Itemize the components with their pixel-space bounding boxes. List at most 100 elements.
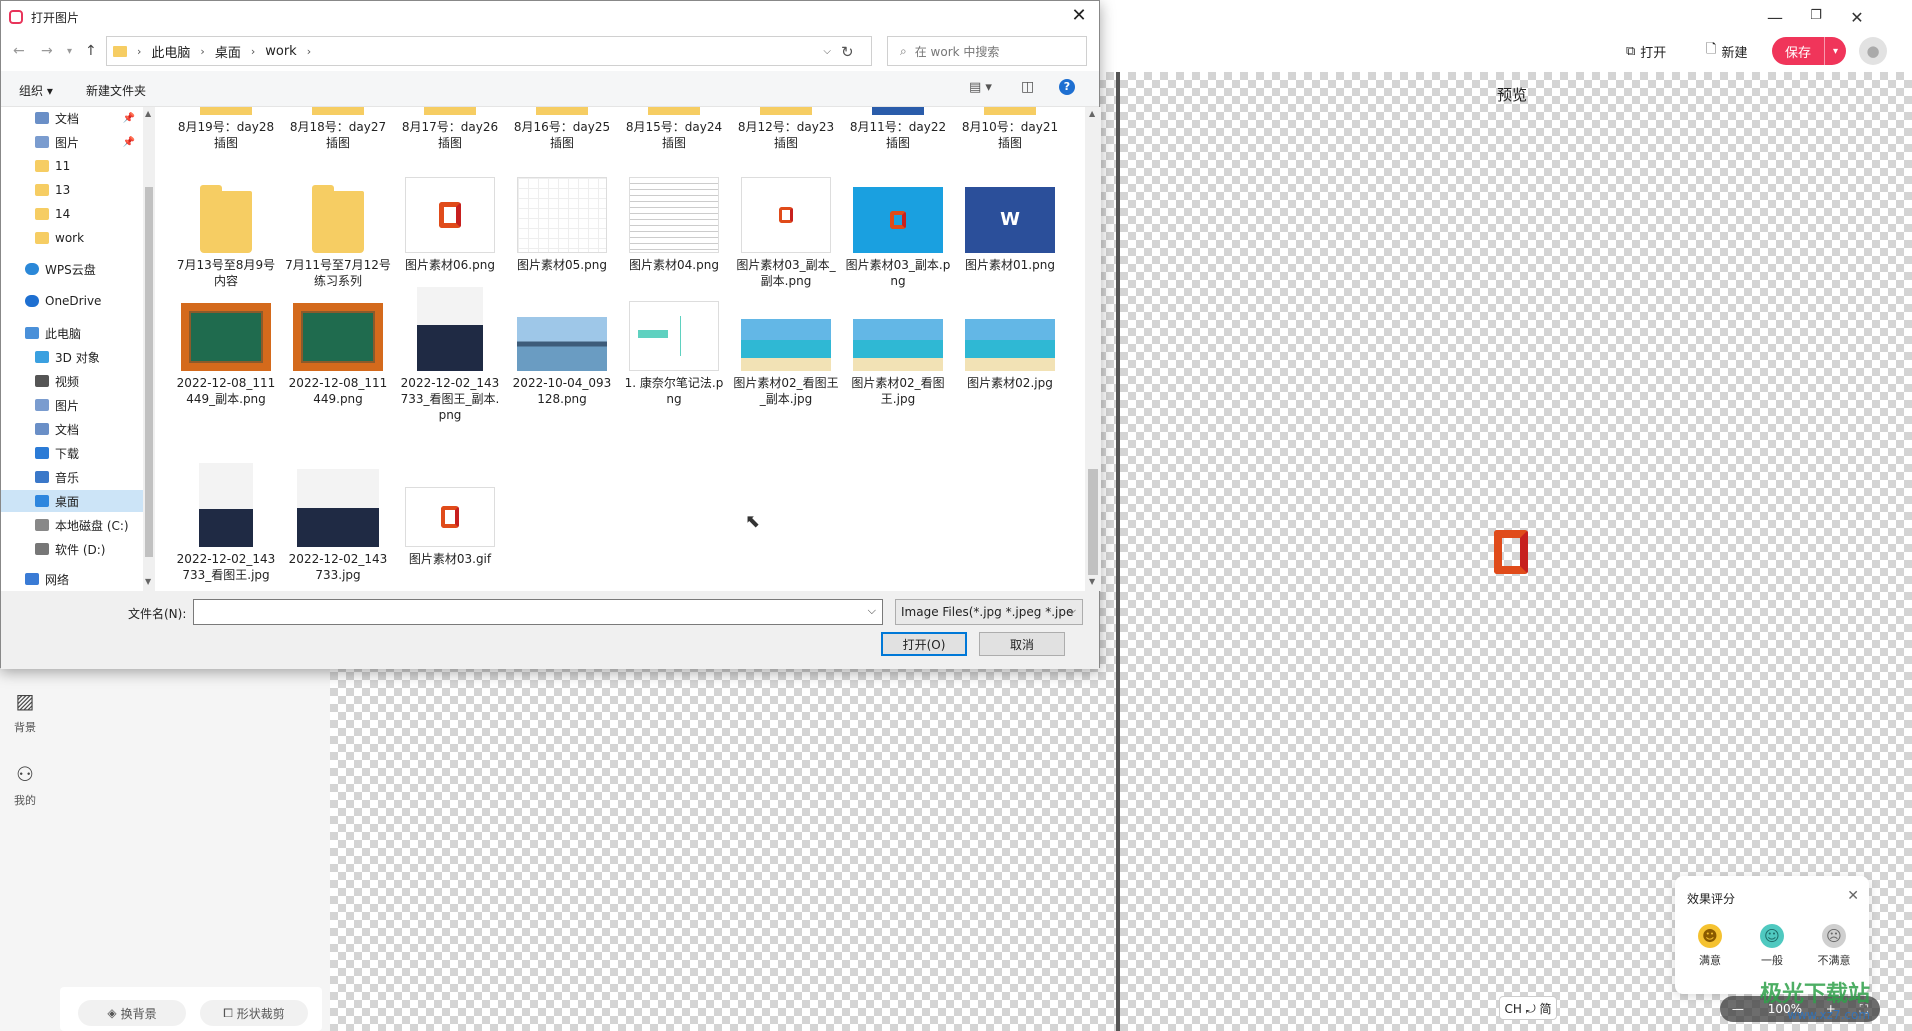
new-folder-button[interactable]: 新建文件夹 [86,82,146,99]
tree-item-desktop[interactable]: 桌面 [1,490,143,512]
pin-icon[interactable]: 📌 [123,113,135,124]
file-item[interactable]: 2022-12-02_143733_看图王.jpg [173,463,279,583]
document-icon [35,112,49,124]
tree-scrollbar[interactable]: ▲ ▼ [143,107,155,591]
tree-item-this-pc[interactable]: 此电脑 [1,322,143,344]
onedrive-icon [25,295,39,307]
filename-dropdown-icon[interactable]: ⌵ [868,604,876,618]
tree-item-documents[interactable]: 文档 📌 [1,107,143,129]
file-item[interactable]: 8月17号：day26 插图 [397,107,503,151]
tree-item-music[interactable]: 音乐 [1,466,143,488]
tree-item-downloads[interactable]: 下载 [1,442,143,464]
file-item[interactable]: 图片素材06.png [397,177,503,273]
file-item[interactable]: 8月19号：day28 插图 [173,107,279,151]
tree-item-documents-pc[interactable]: 文档 [1,418,143,440]
close-window-icon[interactable]: ✕ [1846,8,1868,27]
tree-item-14[interactable]: 14 [1,203,143,225]
cancel-button[interactable]: 取消 [979,632,1065,656]
file-item[interactable]: 图片素材03_副本_副本.png [733,177,839,289]
file-item[interactable]: 8月18号：day27 插图 [285,107,391,151]
help-icon[interactable]: ? [1059,79,1075,95]
file-item[interactable]: 2022-12-02_143733_看图王_副本.png [397,287,503,423]
rating-satisfied[interactable]: ☻ 满意 [1685,924,1735,968]
tree-item-videos[interactable]: 视频 [1,370,143,392]
file-item[interactable]: 图片素材04.png [621,177,727,273]
tree-item-drive-d[interactable]: 软件 (D:) [1,538,143,560]
avatar[interactable]: ● [1859,37,1887,65]
file-item[interactable]: 8月11号：day22 插图 [845,107,951,151]
rating-close-icon[interactable]: ✕ [1847,888,1859,904]
navigation-tree: 文档 📌 图片 📌 11 13 14 work WPS云盘 OneDrive 此电脑… [1,107,143,591]
search-box[interactable]: ⌕ 在 work 中搜索 [887,36,1087,66]
file-item[interactable]: 图片素材03_副本.png [845,177,951,289]
tree-item-pictures[interactable]: 图片 📌 [1,131,143,153]
tree-item-13[interactable]: 13 [1,179,143,201]
breadcrumb-desktop[interactable]: 桌面 [215,42,241,61]
scroll-up-icon[interactable]: ▲ [1089,109,1095,118]
file-type-select[interactable]: Image Files(*.jpg *.jpeg *.jpe ⌵ [895,599,1083,625]
file-item[interactable]: 7月13号至8月9号 内容 [173,177,279,289]
file-item[interactable]: 7月11号至7月12号练习系列 [285,177,391,289]
address-bar[interactable]: › 此电脑 › 桌面 › work › ⌵ [106,36,872,66]
restore-icon[interactable]: ❐ [1805,8,1827,23]
tree-item-3d-objects[interactable]: 3D 对象 [1,346,143,368]
open-button[interactable]: ⧉ 打开 [1626,40,1666,62]
scroll-down-icon[interactable]: ▼ [145,577,151,586]
breadcrumb-work[interactable]: work [265,44,296,59]
dialog-close-icon[interactable]: ✕ [1067,5,1091,26]
open-file-button[interactable]: 打开(O) [881,632,967,656]
tree-scroll-thumb[interactable] [145,187,153,557]
file-item[interactable]: 8月15号：day24 插图 [621,107,727,151]
change-background-button[interactable]: ◈ 换背景 [78,1000,186,1026]
scroll-up-icon[interactable]: ▲ [145,109,151,118]
view-options-icon[interactable]: ▤ ▾ [969,80,992,95]
organize-menu[interactable]: 组织 ▾ [19,82,53,99]
file-list-scroll-thumb[interactable] [1088,469,1098,575]
file-item[interactable]: 2022-10-04_093128.png [509,287,615,407]
shape-crop-button[interactable]: ⧠ 形状裁剪 [200,1000,308,1026]
tree-item-11[interactable]: 11 [1,155,143,177]
address-dropdown-icon[interactable]: ⌵ [823,46,831,57]
file-item[interactable]: 图片素材02_看图王.jpg [845,287,951,407]
file-type-dropdown-icon[interactable]: ⌵ [1068,604,1076,618]
file-item[interactable]: 2022-12-08_111449.png [285,287,391,407]
refresh-icon[interactable]: ↻ [841,43,854,61]
filename-field[interactable]: ⌵ [193,599,883,625]
file-item[interactable]: 2022-12-08_111449_副本.png [173,287,279,407]
minimize-icon[interactable]: — [1764,8,1786,27]
file-item[interactable]: 2022-12-02_143733.jpg [285,463,391,583]
file-item[interactable]: 图片素材02_看图王_副本.jpg [733,287,839,407]
file-list-scrollbar[interactable]: ▲ ▼ [1085,107,1101,591]
rating-unsatisfied[interactable]: ☹ 不满意 [1809,924,1859,968]
file-item[interactable]: 图片素材05.png [509,177,615,273]
sidebar-item-mine[interactable]: ⚇ 我的 [0,762,50,808]
back-arrow-icon[interactable]: ← [13,43,25,59]
preview-pane-icon[interactable]: ◫ [1021,79,1034,95]
tree-item-pictures-pc[interactable]: 图片 [1,394,143,416]
pin-icon[interactable]: 📌 [123,137,135,148]
new-button[interactable]: 🗋 新建 [1706,40,1747,62]
save-dropdown-icon[interactable]: ▾ [1824,37,1846,65]
breadcrumb-this-pc[interactable]: 此电脑 [151,42,190,61]
tree-item-work[interactable]: work [1,227,143,249]
sidebar-item-background[interactable]: ▨ 背景 [0,689,50,735]
forward-arrow-icon[interactable]: → [41,43,53,59]
tree-item-wps-cloud[interactable]: WPS云盘 [1,258,143,280]
file-item[interactable]: 图片素材03.gif [397,463,503,567]
tree-item-onedrive[interactable]: OneDrive [1,290,143,312]
tree-item-drive-c[interactable]: 本地磁盘 (C:) [1,514,143,536]
zoom-out-button[interactable]: — [1732,1002,1744,1016]
file-item[interactable]: W 图片素材01.png [957,177,1063,273]
save-button[interactable]: 保存 ▾ [1772,37,1846,65]
scroll-down-icon[interactable]: ▼ [1089,577,1095,586]
file-item[interactable]: 1. 康奈尔笔记法.png [621,287,727,407]
file-item[interactable]: 8月16号：day25 插图 [509,107,615,151]
recent-dropdown-icon[interactable]: ▾ [67,46,72,57]
up-arrow-icon[interactable]: ↑ [85,43,97,59]
ime-indicator[interactable]: CH ⤾ 简 [1499,996,1557,1020]
file-item[interactable]: 8月12号：day23 插图 [733,107,839,151]
rating-neutral[interactable]: ☺ 一般 [1747,924,1797,968]
file-item[interactable]: 8月10号：day21 插图 [957,107,1063,151]
tree-item-network[interactable]: 网络 [1,568,143,590]
file-item[interactable]: 图片素材02.jpg [957,287,1063,391]
